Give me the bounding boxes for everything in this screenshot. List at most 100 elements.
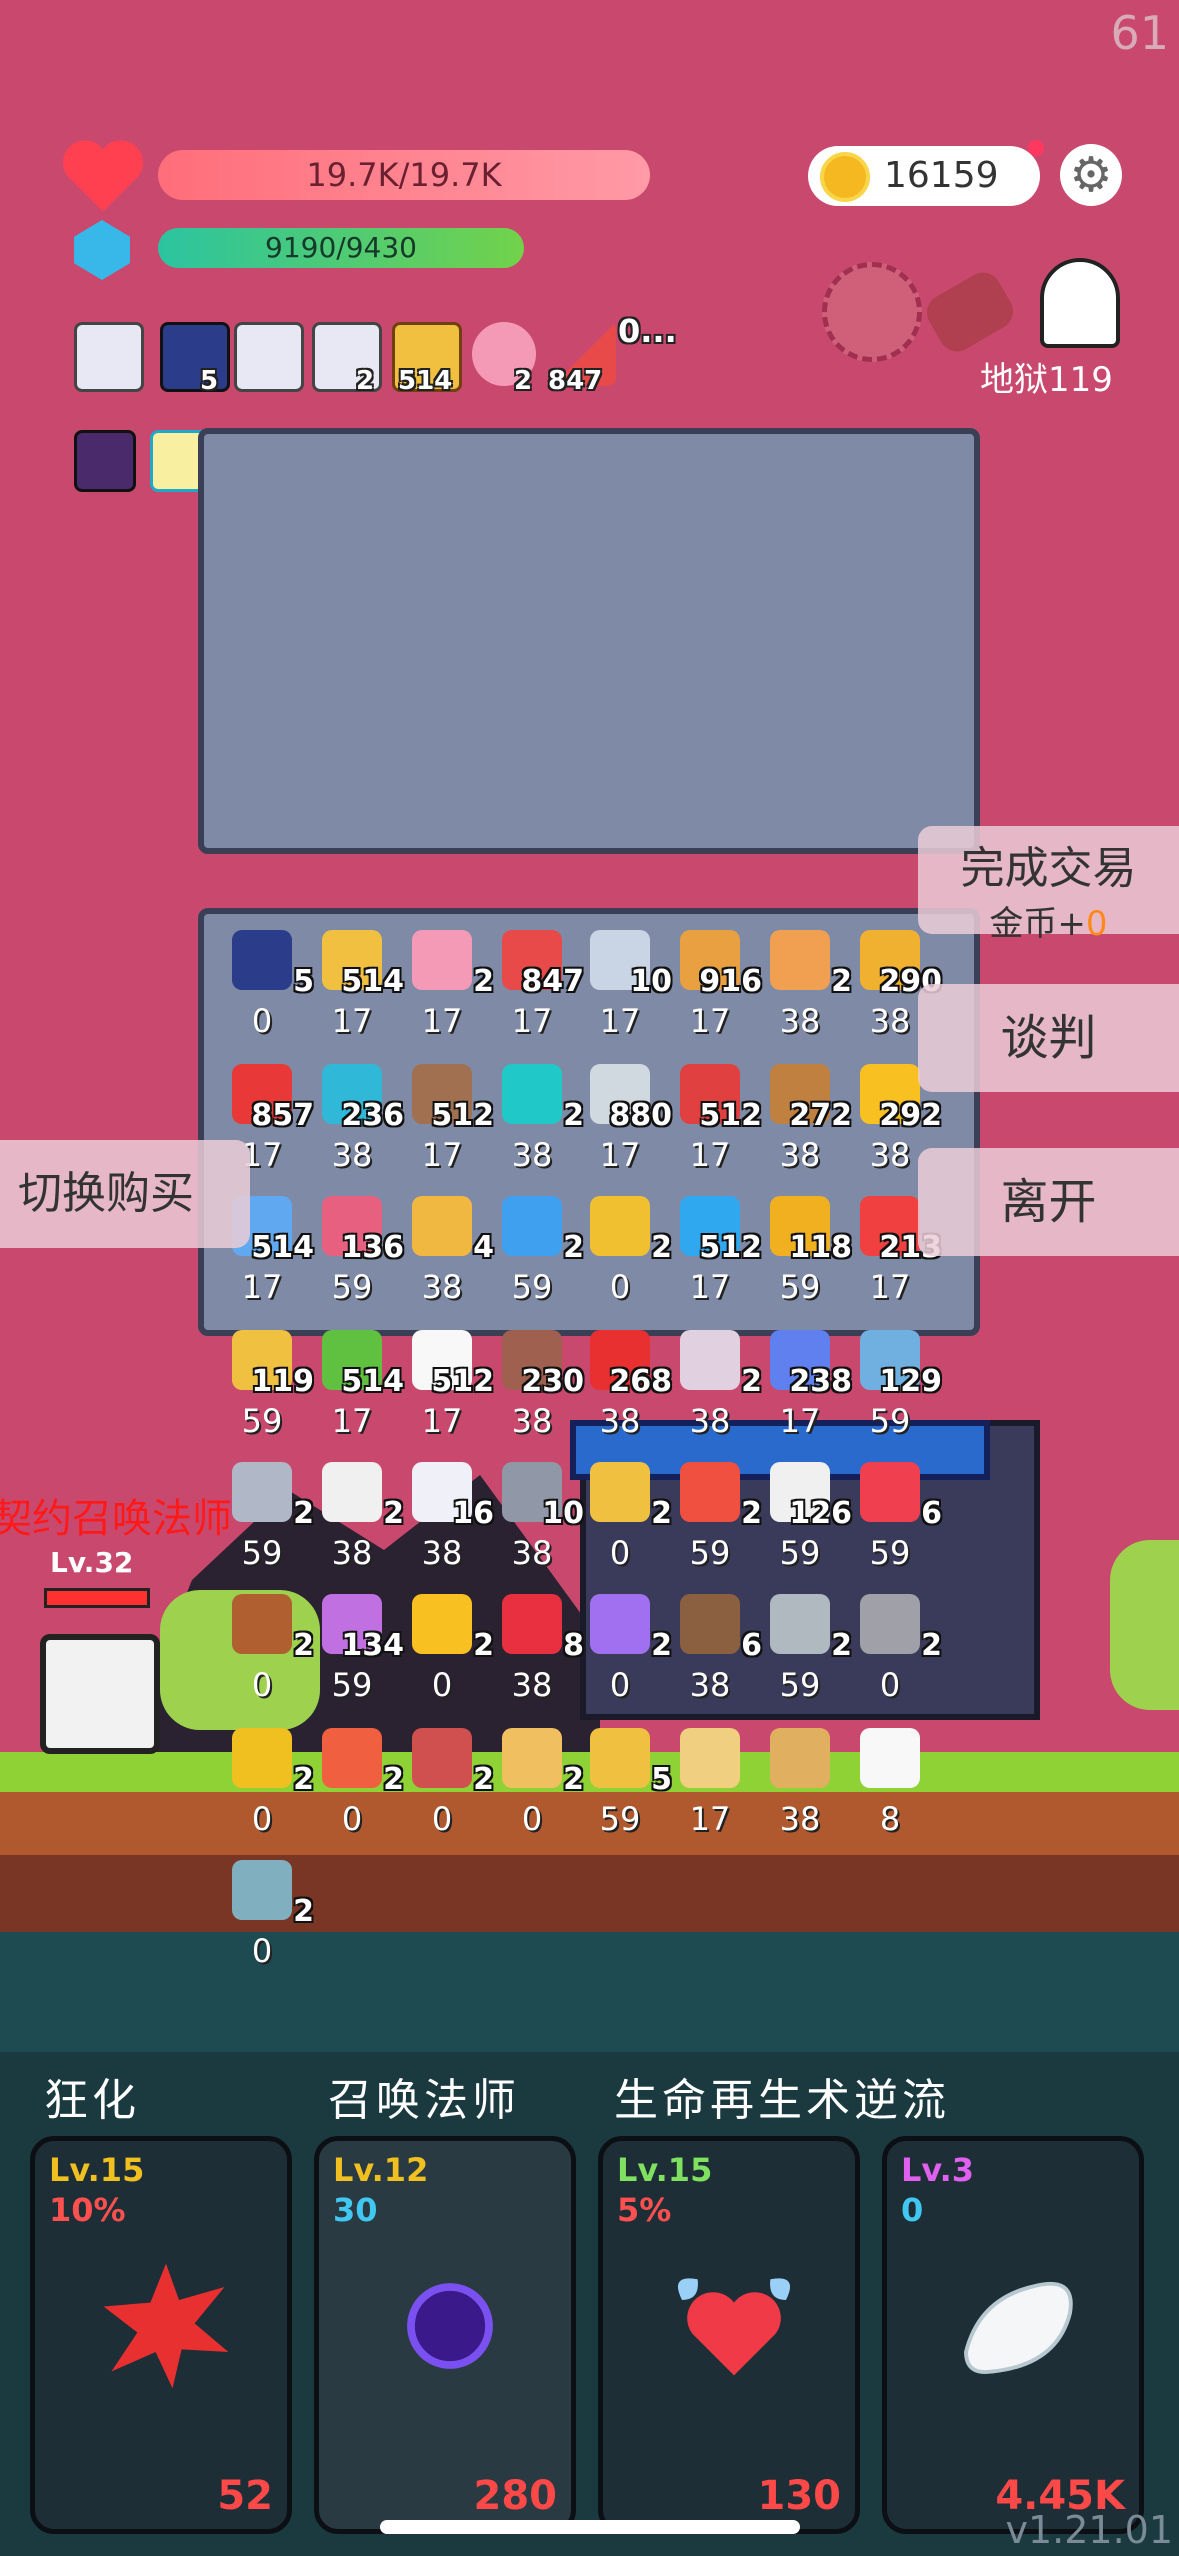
item-slot[interactable]: 2 59 (492, 1196, 584, 1306)
item-slot[interactable]: 20 (492, 1728, 584, 1838)
scroll-icon[interactable] (74, 322, 144, 392)
skill-card-summoner[interactable]: Lv.12 30 280 (314, 2136, 576, 2534)
cleaver-icon[interactable] (920, 266, 1020, 358)
item-slot[interactable]: 512 17 (670, 1196, 762, 1306)
item-slot[interactable]: 514 17 (312, 1330, 404, 1440)
item-slot[interactable]: 118 59 (760, 1196, 852, 1306)
item-slot[interactable]: 20 (850, 1594, 942, 1704)
mystery-scroll-icon (590, 1728, 650, 1788)
item-slot[interactable]: 4 38 (402, 1196, 494, 1306)
item-slot[interactable]: 20 (312, 1728, 404, 1838)
bible-icon[interactable] (160, 322, 230, 392)
item-price: 17 (869, 1268, 911, 1306)
item-slot[interactable]: 119 59 (222, 1330, 314, 1440)
item-price: 59 (689, 1534, 731, 1572)
complete-trade-button[interactable]: 完成交易 金币+0 (918, 826, 1179, 944)
hero-knight[interactable] (40, 1634, 160, 1754)
item-slot[interactable]: 20 (580, 1594, 672, 1704)
item-slot[interactable]: 514 17 (312, 930, 404, 1040)
skill-name: 生命再生术逆流 (614, 2075, 950, 2126)
item-slot[interactable]: 268 38 (580, 1330, 672, 1440)
skill-card-wing[interactable]: Lv.3 0 4.45K (882, 2136, 1144, 2534)
item-slot[interactable]: 238 17 (760, 1330, 852, 1440)
sell-panel[interactable] (198, 428, 980, 854)
item-slot[interactable]: 2 17 (402, 930, 494, 1040)
skill-card-regen[interactable]: Lv.15 5% 130 (598, 2136, 860, 2534)
item-slot[interactable]: 16 38 (402, 1462, 494, 1572)
star-card-icon (502, 1196, 562, 1256)
molecule-icon (680, 1330, 740, 1390)
item-count: 6 (921, 1496, 942, 1531)
item-slot[interactable]: 2 59 (670, 1462, 762, 1572)
fps-counter: 61 (1110, 6, 1169, 60)
item-slot[interactable]: 6 59 (850, 1462, 942, 1572)
more-buffs[interactable]: 0... (618, 312, 677, 350)
item-slot[interactable]: 134 59 (312, 1594, 404, 1704)
ghost-icon[interactable] (1040, 258, 1120, 348)
item-slot[interactable]: 20 (402, 1728, 494, 1838)
item-slot[interactable]: 8 38 (492, 1594, 584, 1704)
complete-trade-label: 完成交易 (960, 843, 1137, 894)
item-slot[interactable]: 2 59 (760, 1594, 852, 1704)
home-indicator[interactable] (380, 2520, 800, 2534)
item-slot[interactable]: 512 17 (402, 1064, 494, 1174)
buff-count: 2 (514, 366, 533, 396)
item-slot[interactable]: 2 38 (760, 930, 852, 1040)
switch-buy-button[interactable]: 切换购买 (0, 1140, 250, 1248)
item-slot[interactable]: 6 38 (670, 1594, 762, 1704)
item-count: 2 (741, 1496, 762, 1531)
item-slot[interactable]: 8 (850, 1728, 930, 1838)
skill-card-berserk[interactable]: Lv.15 10% 52 (30, 2136, 292, 2534)
item-slot[interactable]: 50 (222, 930, 314, 1040)
item-count: 2 (651, 1628, 672, 1663)
item-slot[interactable]: 880 17 (580, 1064, 672, 1174)
item-slot[interactable]: 20 (222, 1860, 314, 1970)
item-price: 59 (779, 1268, 821, 1306)
scroll-icon[interactable] (234, 322, 304, 392)
item-price: 8 (879, 1800, 901, 1838)
item-count: 4 (473, 1230, 494, 1265)
item-slot[interactable]: 2 38 (312, 1462, 404, 1572)
settings-gear-icon[interactable]: ⚙ (1060, 144, 1122, 206)
cards-icon (322, 1462, 382, 1522)
item-slot[interactable]: 126 59 (760, 1462, 852, 1572)
item-slot[interactable]: 136 59 (312, 1196, 404, 1306)
item-slot[interactable]: 20 (402, 1594, 494, 1704)
negotiate-button[interactable]: 谈判 (918, 984, 1179, 1092)
item-slot[interactable]: 272 38 (760, 1064, 852, 1174)
item-slot[interactable]: 916 17 (670, 930, 762, 1040)
item-slot[interactable]: 20 (222, 1594, 314, 1704)
item-slot[interactable]: 2 59 (222, 1462, 314, 1572)
item-slot[interactable]: 10 17 (580, 930, 672, 1040)
item-slot[interactable]: 20 (580, 1196, 672, 1306)
item-slot[interactable]: 2 38 (670, 1330, 762, 1440)
item-price: 59 (241, 1534, 283, 1572)
item-slot[interactable]: 2 38 (492, 1064, 584, 1174)
item-slot[interactable]: 230 38 (492, 1330, 584, 1440)
demon-icon[interactable] (74, 430, 136, 492)
item-slot[interactable]: 10 38 (492, 1462, 584, 1572)
portrait-icon (590, 1462, 650, 1522)
coconut-icon (680, 1594, 740, 1654)
item-slot[interactable]: 847 17 (492, 930, 584, 1040)
item-price: 38 (599, 1402, 641, 1440)
bible-icon (232, 930, 292, 990)
item-slot[interactable]: 236 38 (312, 1064, 404, 1174)
dice-icon (860, 1728, 920, 1788)
item-slot[interactable]: 5 59 (580, 1728, 672, 1838)
item-slot[interactable]: 512 17 (402, 1330, 494, 1440)
item-price: 17 (511, 1002, 553, 1040)
item-price: 17 (421, 1002, 463, 1040)
item-price: 59 (779, 1666, 821, 1704)
pig-icon[interactable] (822, 262, 922, 362)
item-slot[interactable]: 129 59 (850, 1330, 942, 1440)
item-slot[interactable]: 20 (580, 1462, 672, 1572)
item-price: 38 (511, 1666, 553, 1704)
item-price: 38 (421, 1534, 463, 1572)
item-slot[interactable]: 20 (222, 1728, 314, 1838)
item-slot[interactable]: 38 (760, 1728, 840, 1838)
leave-button[interactable]: 离开 (918, 1148, 1179, 1256)
item-count: 236 (341, 1098, 404, 1133)
item-slot[interactable]: 512 17 (670, 1064, 762, 1174)
item-slot[interactable]: 17 (670, 1728, 750, 1838)
